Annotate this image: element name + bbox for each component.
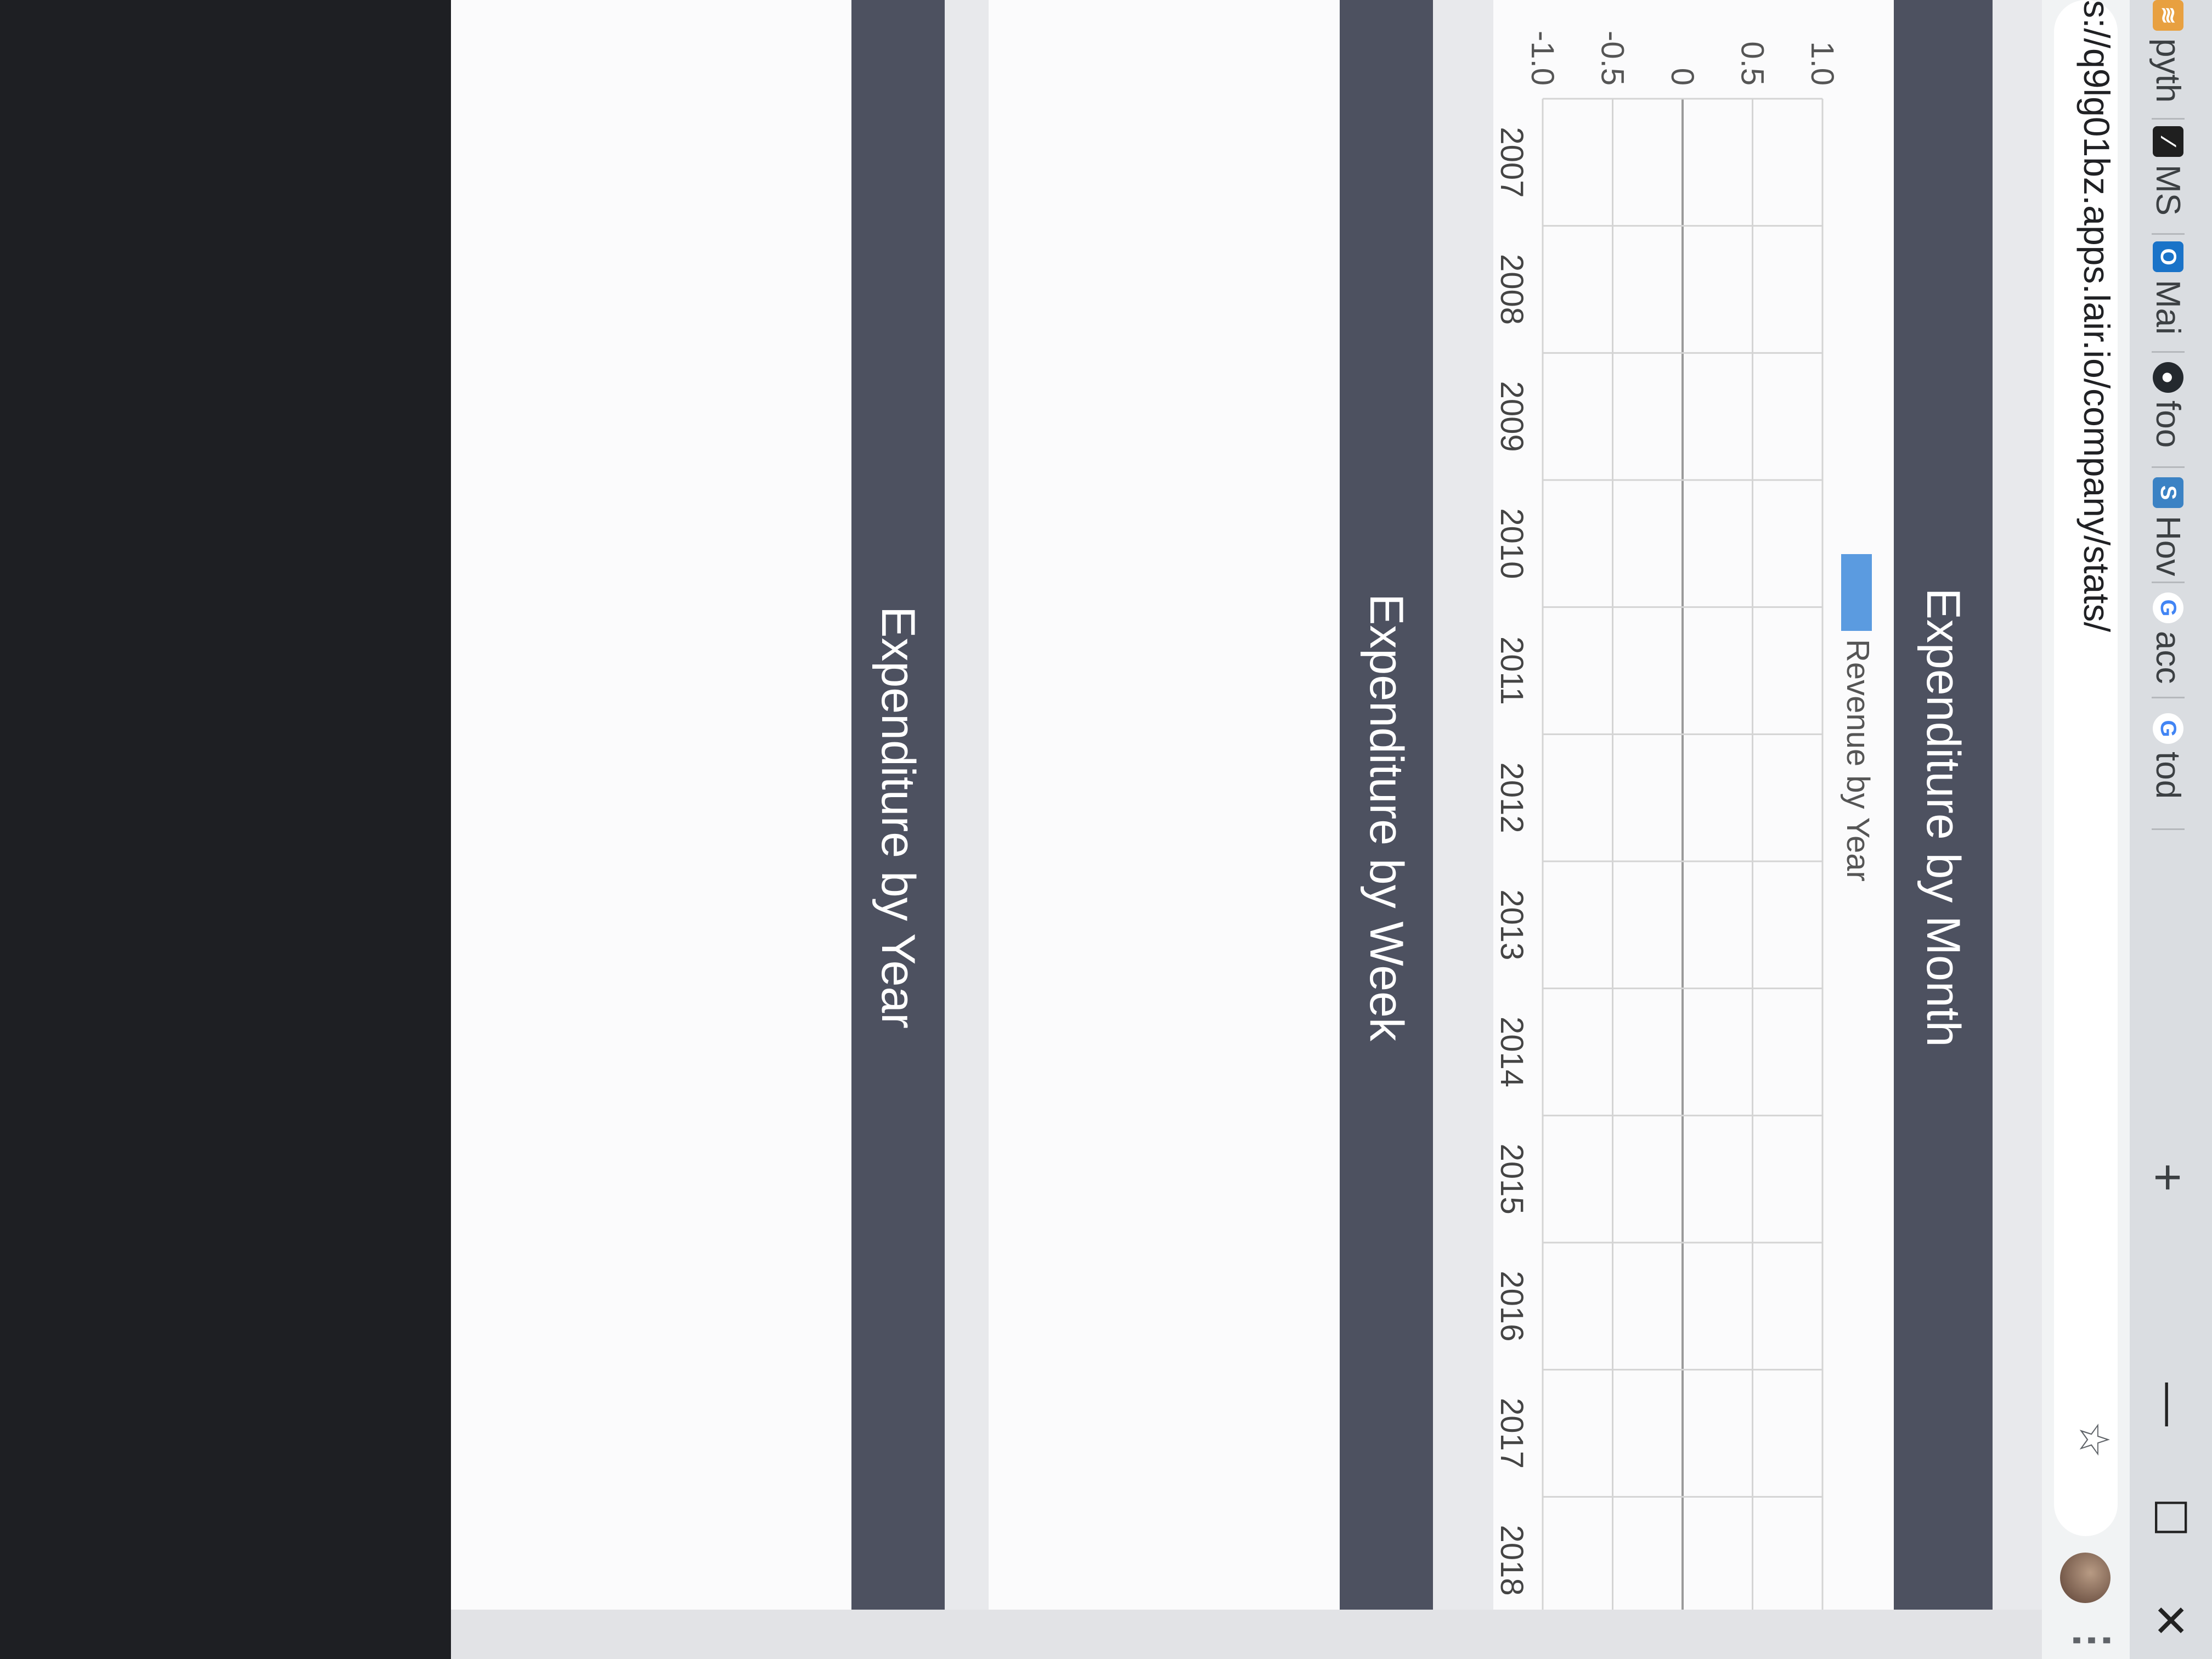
y-tick-label: 0 [1664, 68, 1700, 86]
tab-strip: ≋ pyth ⁄ MS O Mai ● foo S Hov G acc G to… [2130, 0, 2212, 1659]
tab-acc[interactable]: G acc [2146, 592, 2190, 684]
scrollbar[interactable] [451, 1610, 2042, 1659]
photo-scene: ≋ pyth ⁄ MS O Mai ● foo S Hov G acc G to… [0, 0, 2212, 1659]
outlook-icon: O [2153, 241, 2183, 272]
tab-label: tod [2149, 752, 2187, 799]
minimize-button[interactable]: — [2145, 1383, 2196, 1426]
tab-label: Mai [2149, 280, 2187, 335]
tab-label: acc [2149, 631, 2187, 684]
tab-label: pyth [2149, 38, 2187, 103]
x-tick-label: 2010 [1494, 508, 1530, 579]
tab-divider [2152, 466, 2185, 468]
tab-ms[interactable]: ⁄ MS [2146, 126, 2190, 216]
tab-divider [2152, 697, 2185, 698]
x-tick-label: 2013 [1494, 889, 1530, 960]
revenue-chart: -1.0 -0.5 0 0.5 1.0 2007 2008 2009 2010 2011 2012 2… [1494, 31, 1840, 1625]
panel-body-week [989, 0, 1340, 1635]
x-tick-label: 2009 [1494, 381, 1530, 452]
browser-toolbar: s://q9lg01bz.apps.lair.io/company/stats/… [2042, 0, 2130, 1659]
close-button[interactable]: ✕ [2145, 1602, 2196, 1639]
panel-body-year [451, 0, 851, 1635]
panel-header-month: Expenditure by Month [1894, 0, 1993, 1635]
x-tick-label: 2012 [1494, 763, 1530, 833]
x-tick-label: 2008 [1494, 254, 1530, 325]
tab-label: Hov [2149, 516, 2187, 577]
y-tick-label: -0.5 [1595, 31, 1630, 86]
python-icon: ≋ [2153, 0, 2183, 31]
x-tick-label: 2017 [1494, 1398, 1530, 1469]
tab-python[interactable]: ≋ pyth [2146, 0, 2190, 103]
browser-menu-icon[interactable]: ⋮ [2068, 1618, 2119, 1659]
address-url[interactable]: s://q9lg01bz.apps.lair.io/company/stats/ [2076, 0, 2118, 632]
github-icon: ● [2153, 362, 2183, 393]
y-tick-label: -1.0 [1525, 31, 1560, 86]
google-icon: G [2153, 713, 2183, 744]
tab-label: MS [2149, 165, 2187, 216]
x-tick-label: 2015 [1494, 1144, 1530, 1215]
page-content: Expenditure by Month Revenue by Year -1.… [451, 0, 2042, 1659]
google-icon: G [2153, 592, 2183, 623]
profile-avatar[interactable] [2060, 1553, 2111, 1603]
y-tick-label: 0.5 [1735, 41, 1770, 86]
tab-divider [2152, 828, 2185, 830]
tab-label: foo [2149, 400, 2187, 448]
x-tick-label: 2011 [1494, 636, 1530, 705]
tab-foo[interactable]: ● foo [2146, 362, 2190, 448]
stackexchange-icon: S [2153, 477, 2183, 508]
tab-hov[interactable]: S Hov [2146, 477, 2190, 576]
panel-body-month: Revenue by Year -1.0 -0.5 0 0.5 1.0 2007 2008 2… [1493, 0, 1894, 1635]
panel-title: Expenditure by Week [1360, 594, 1413, 1041]
y-tick-label: 1.0 [1804, 41, 1840, 86]
panel-header-week: Expenditure by Week [1340, 0, 1433, 1635]
x-tick-label: 2018 [1494, 1525, 1530, 1596]
new-tab-button[interactable]: + [2139, 1163, 2196, 1192]
tab-divider [2152, 118, 2185, 120]
ms-doc-icon: ⁄ [2153, 126, 2183, 157]
tab-divider [2152, 582, 2185, 583]
x-tick-label: 2014 [1494, 1017, 1530, 1087]
tab-tod[interactable]: G tod [2146, 713, 2190, 799]
bookmark-star-icon[interactable]: ☆ [2070, 1421, 2119, 1458]
panel-header-year: Expenditure by Year [851, 0, 945, 1635]
x-tick-label: 2016 [1494, 1271, 1530, 1341]
panel-title: Expenditure by Month [1917, 588, 1970, 1047]
panel-title: Expenditure by Year [872, 606, 925, 1029]
tab-divider [2152, 233, 2185, 235]
tab-mail[interactable]: O Mai [2146, 241, 2190, 335]
x-tick-label: 2007 [1494, 127, 1530, 198]
maximize-button[interactable]: ☐ [2145, 1498, 2196, 1537]
browser-window: ≋ pyth ⁄ MS O Mai ● foo S Hov G acc G to… [451, 0, 2212, 1659]
tab-divider [2152, 351, 2185, 353]
